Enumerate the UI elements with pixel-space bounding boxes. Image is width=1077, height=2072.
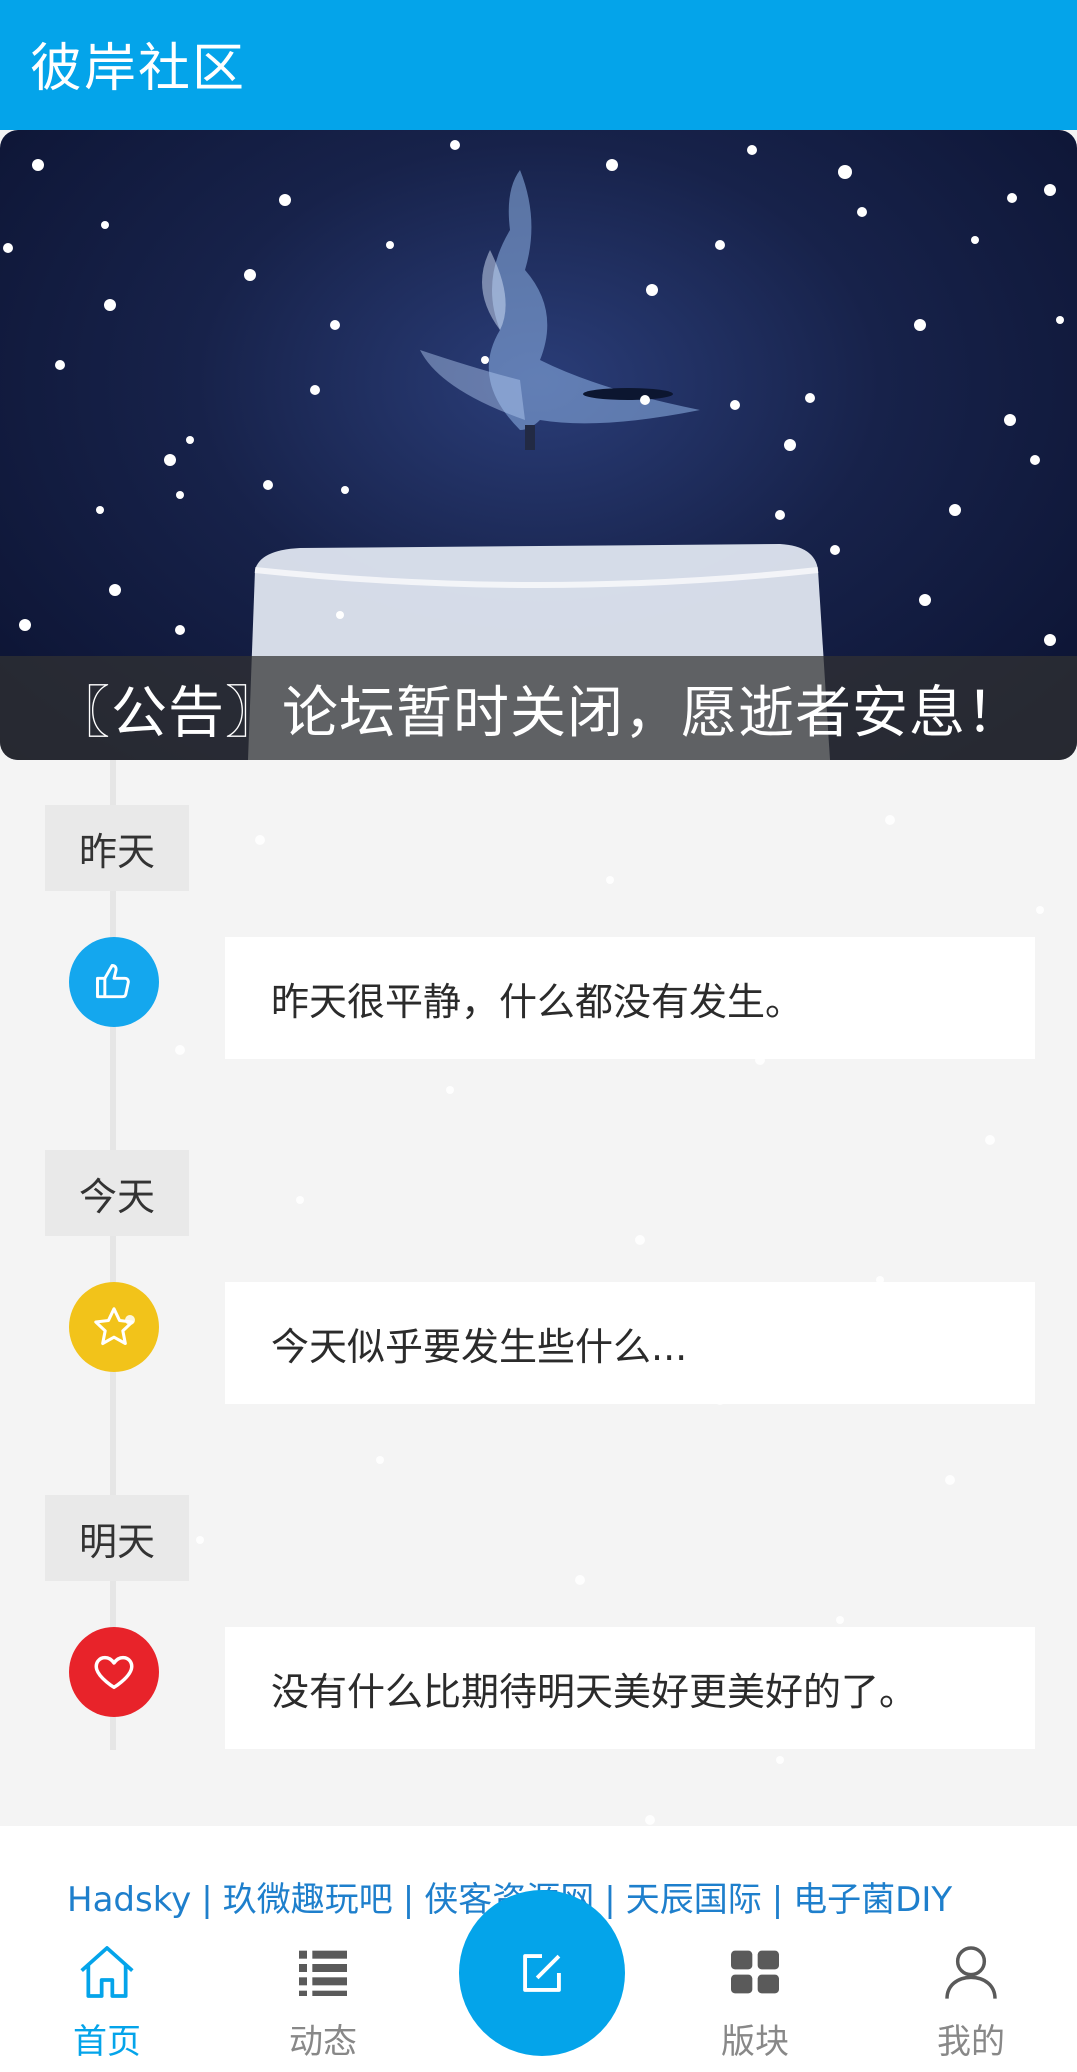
nav-home-label: 首页 (73, 2022, 141, 2062)
timeline-card-text: 今天似乎要发生些什么... (271, 1324, 688, 1369)
app-root: 彼岸社区 〖公告〗论坛暂时关闭，愿逝者安息！ 昨天 昨天很平静，什么都没有发生。… (0, 0, 1077, 2072)
nav-feed-label: 动态 (289, 2022, 357, 2062)
day-tag-label: 今天 (78, 1174, 155, 1219)
banner-caption-text: 〖公告〗论坛暂时关闭，愿逝者安息！ (54, 680, 1023, 746)
user-icon (945, 1946, 997, 1999)
day-tag-yesterday: 昨天 (45, 805, 189, 891)
timeline-card-text: 昨天很平静，什么都没有发生。 (271, 979, 804, 1024)
grid-icon (731, 1950, 779, 1994)
home-icon (80, 1946, 134, 1998)
day-tag-tomorrow: 明天 (45, 1495, 189, 1581)
timeline-card-tomorrow[interactable]: 没有什么比期待明天美好更美好的了。 (225, 1627, 1035, 1749)
app-title: 彼岸社区 (30, 39, 247, 99)
link-separator: | (402, 1880, 415, 1920)
friend-link[interactable]: 天辰国际 (626, 1880, 762, 1920)
nav-boards[interactable]: 版块 (675, 1934, 835, 2064)
nav-profile-label: 我的 (937, 2022, 1005, 2062)
compose-button[interactable] (459, 1890, 625, 2056)
nav-feed[interactable]: 动态 (243, 1934, 403, 2064)
list-icon (299, 1950, 347, 1996)
link-separator: | (771, 1880, 784, 1920)
timeline-card-today[interactable]: 今天似乎要发生些什么... (225, 1282, 1035, 1404)
timeline-line (110, 760, 116, 1750)
friend-link[interactable]: Hadsky (67, 1880, 191, 1920)
timeline-card-yesterday[interactable]: 昨天很平静，什么都没有发生。 (225, 937, 1035, 1059)
timeline-card-text: 没有什么比期待明天美好更美好的了。 (271, 1669, 918, 1714)
friend-link[interactable]: 玖微趣玩吧 (223, 1880, 393, 1920)
link-separator: | (604, 1880, 616, 1920)
top-bar: 彼岸社区 (0, 0, 1077, 130)
thumbs-up-icon (69, 937, 159, 1027)
star-icon (69, 1282, 159, 1372)
day-tag-label: 明天 (78, 1519, 155, 1564)
nav-boards-label: 版块 (721, 2022, 789, 2062)
friend-link[interactable]: 电子菌DIY (793, 1880, 952, 1920)
day-tag-label: 昨天 (78, 829, 155, 874)
compose-icon (523, 1954, 561, 1992)
announcement-banner[interactable]: 〖公告〗论坛暂时关闭，愿逝者安息！ (0, 130, 1077, 760)
nav-home[interactable]: 首页 (27, 1934, 187, 2064)
banner-caption: 〖公告〗论坛暂时关闭，愿逝者安息！ (0, 656, 1077, 760)
link-separator: | (201, 1880, 213, 1920)
day-tag-today: 今天 (45, 1150, 189, 1236)
heart-icon (69, 1627, 159, 1717)
nav-profile[interactable]: 我的 (891, 1934, 1051, 2064)
